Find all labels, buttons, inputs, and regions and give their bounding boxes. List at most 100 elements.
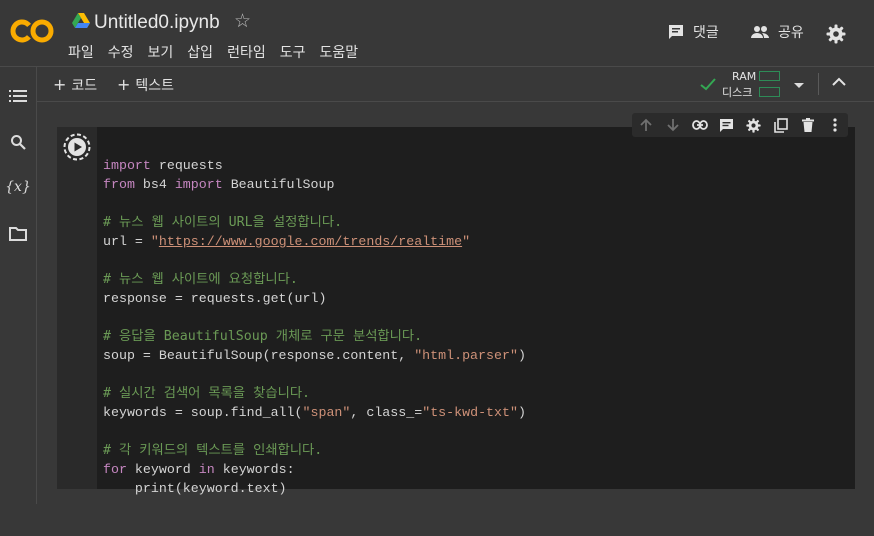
code-token: in xyxy=(198,462,215,477)
menu-insert[interactable]: 삽입 xyxy=(187,42,213,62)
code-token: keywords = soup.find_all( xyxy=(103,405,303,420)
plus-icon: + xyxy=(117,75,131,94)
code-token: ) xyxy=(517,405,526,420)
search-icon[interactable] xyxy=(8,132,28,152)
code-line: url = "https://www.google.com/trends/rea… xyxy=(103,232,526,251)
code-line: response = requests.get(url) xyxy=(103,289,526,308)
menu-runtime[interactable]: 런타임 xyxy=(227,42,266,62)
code-cell[interactable]: import requests from bs4 import Beautiful… xyxy=(57,127,855,496)
disk-label[interactable]: 디스크 xyxy=(722,84,752,100)
comment-button[interactable]: 댓글 xyxy=(667,22,719,42)
trash-icon[interactable] xyxy=(794,113,821,137)
ram-meter[interactable] xyxy=(759,71,780,81)
arrow-down-icon[interactable] xyxy=(659,113,686,137)
arrow-up-icon[interactable] xyxy=(632,113,659,137)
code-token: url = xyxy=(103,234,151,249)
share-label: 공유 xyxy=(778,25,804,41)
add-code-label: 코드 xyxy=(71,78,98,94)
toc-icon[interactable] xyxy=(8,86,28,106)
chevron-down-icon[interactable] xyxy=(794,83,804,88)
code-line: import requests xyxy=(103,156,526,175)
drive-icon[interactable] xyxy=(72,13,90,29)
code-editor[interactable]: import requests from bs4 import Beautiful… xyxy=(103,137,526,536)
cell-gutter xyxy=(57,127,97,489)
code-line: soup = BeautifulSoup(response.content, "… xyxy=(103,346,526,365)
code-line: from bs4 import BeautifulSoup xyxy=(103,175,526,194)
code-token: from xyxy=(103,177,135,192)
code-line: # 뉴스 웹 사이트의 URL을 설정합니다. xyxy=(103,213,526,232)
disk-meter[interactable] xyxy=(759,87,780,97)
menu-edit[interactable]: 수정 xyxy=(108,42,134,62)
chevron-up-icon[interactable] xyxy=(832,77,846,87)
comment-label: 댓글 xyxy=(693,25,719,41)
add-code-button[interactable]: + 코드 xyxy=(53,75,97,95)
code-token: requests xyxy=(150,158,223,173)
menu-bar: 파일 수정 보기 삽입 런타임 도구 도움말 xyxy=(68,42,372,62)
code-comment: # 뉴스 웹 사이트의 URL을 설정합니다. xyxy=(103,215,343,230)
code-token: import xyxy=(103,158,151,173)
menu-view[interactable]: 보기 xyxy=(148,42,174,62)
app-header: Untitled0.ipynb ☆ 파일 수정 보기 삽입 런타임 도구 도움말… xyxy=(0,0,874,66)
code-token: "html.parser" xyxy=(414,348,518,363)
connected-check-icon[interactable] xyxy=(700,78,716,91)
code-token: print(keyword.text) xyxy=(103,481,287,496)
add-text-label: 텍스트 xyxy=(135,78,175,94)
code-comment: # 실시간 검색어 목록을 찾습니다. xyxy=(103,386,311,401)
menu-help[interactable]: 도움말 xyxy=(319,42,358,62)
more-vert-icon[interactable] xyxy=(821,113,848,137)
code-line: for keyword in keywords: xyxy=(103,460,526,479)
add-text-button[interactable]: + 텍스트 xyxy=(117,75,174,95)
code-token: " xyxy=(150,234,159,249)
colab-logo[interactable] xyxy=(10,17,54,45)
toolbar-divider xyxy=(37,101,874,102)
code-line: # 실시간 검색어 목록을 찾습니다. xyxy=(103,384,526,403)
code-line: keywords = soup.find_all("span", class_=… xyxy=(103,403,526,422)
comment-icon[interactable] xyxy=(713,113,740,137)
toolbar-separator xyxy=(818,73,819,95)
run-cell-icon[interactable] xyxy=(62,132,92,162)
people-icon xyxy=(751,26,769,38)
code-url-link[interactable]: https://www.google.com/trends/realtime xyxy=(159,234,462,249)
code-token: " xyxy=(462,234,471,249)
cell-scrollbar[interactable] xyxy=(858,127,868,489)
link-icon[interactable] xyxy=(686,113,713,137)
cell-toolbar xyxy=(632,113,848,137)
menu-tools[interactable]: 도구 xyxy=(280,42,306,62)
code-line: # 뉴스 웹 사이트에 요청합니다. xyxy=(103,270,526,289)
comment-icon xyxy=(669,25,683,39)
code-comment: # 응답을 BeautifulSoup 개체로 구문 분석합니다. xyxy=(103,329,423,344)
variables-icon[interactable]: {x} xyxy=(5,177,31,197)
code-token: "span" xyxy=(302,405,351,420)
ram-label[interactable]: RAM xyxy=(732,70,756,83)
code-token: , class_= xyxy=(350,405,423,420)
code-token: soup = BeautifulSoup(response.content, xyxy=(103,348,415,363)
code-token: for xyxy=(103,462,127,477)
gear-icon[interactable] xyxy=(740,113,767,137)
share-button[interactable]: 공유 xyxy=(750,22,804,42)
code-line: # 각 키워드의 텍스트를 인쇄합니다. xyxy=(103,441,526,460)
code-token: bs4 xyxy=(134,177,175,192)
code-comment: # 각 키워드의 텍스트를 인쇄합니다. xyxy=(103,443,323,458)
folder-icon[interactable] xyxy=(8,224,28,244)
code-line: print(keyword.text) xyxy=(103,479,526,498)
left-sidebar: {x} xyxy=(0,67,37,504)
settings-gear-icon[interactable] xyxy=(826,24,846,44)
code-token: "ts-kwd-txt" xyxy=(422,405,518,420)
menu-file[interactable]: 파일 xyxy=(68,42,94,62)
mirror-cell-icon[interactable] xyxy=(767,113,794,137)
plus-icon: + xyxy=(53,75,67,94)
code-token: keyword xyxy=(126,462,199,477)
code-comment: # 뉴스 웹 사이트에 요청합니다. xyxy=(103,272,298,287)
star-icon[interactable]: ☆ xyxy=(234,10,251,34)
notebook-title[interactable]: Untitled0.ipynb xyxy=(94,12,220,34)
code-token: import xyxy=(174,177,223,192)
code-token: response = requests.get(url) xyxy=(103,291,327,306)
code-token: keywords: xyxy=(214,462,295,477)
code-line: # 응답을 BeautifulSoup 개체로 구문 분석합니다. xyxy=(103,327,526,346)
code-token: BeautifulSoup xyxy=(222,177,335,192)
